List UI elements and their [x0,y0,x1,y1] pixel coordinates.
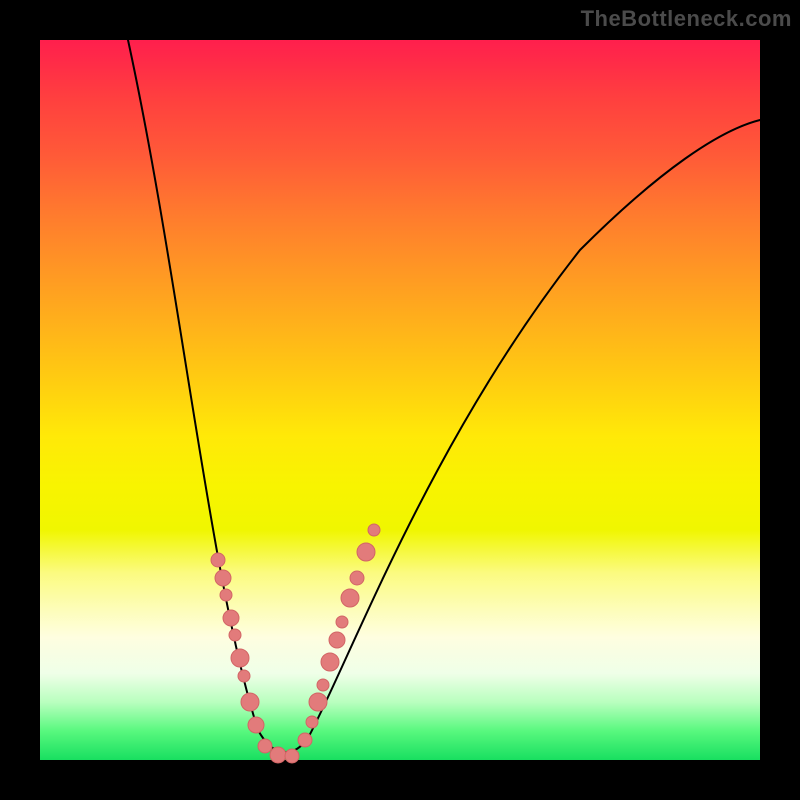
dot-left-4 [229,629,241,641]
dot-right-6 [336,616,348,628]
bottleneck-curve [128,40,760,752]
dot-right-1 [306,716,318,728]
dot-bottom-1 [270,747,286,763]
dot-right-5 [329,632,345,648]
dot-bottom-2 [285,749,299,763]
plot-area [40,40,760,760]
dot-right-10 [368,524,380,536]
dot-left-1 [215,570,231,586]
dots-right-group [298,524,380,747]
chart-frame: TheBottleneck.com [0,0,800,800]
dot-right-7 [341,589,359,607]
dot-right-8 [350,571,364,585]
dot-left-6 [238,670,250,682]
dots-bottom-group [258,739,299,763]
watermark-label: TheBottleneck.com [581,6,792,32]
dot-left-0 [211,553,225,567]
curve-layer [40,40,760,760]
dot-right-2 [309,693,327,711]
dot-bottom-0 [258,739,272,753]
dot-left-7 [241,693,259,711]
dot-right-3 [317,679,329,691]
dot-left-3 [223,610,239,626]
dot-left-8 [248,717,264,733]
dot-left-2 [220,589,232,601]
dot-right-0 [298,733,312,747]
dot-left-5 [231,649,249,667]
dot-right-4 [321,653,339,671]
dots-left-group [211,553,264,733]
dot-right-9 [357,543,375,561]
